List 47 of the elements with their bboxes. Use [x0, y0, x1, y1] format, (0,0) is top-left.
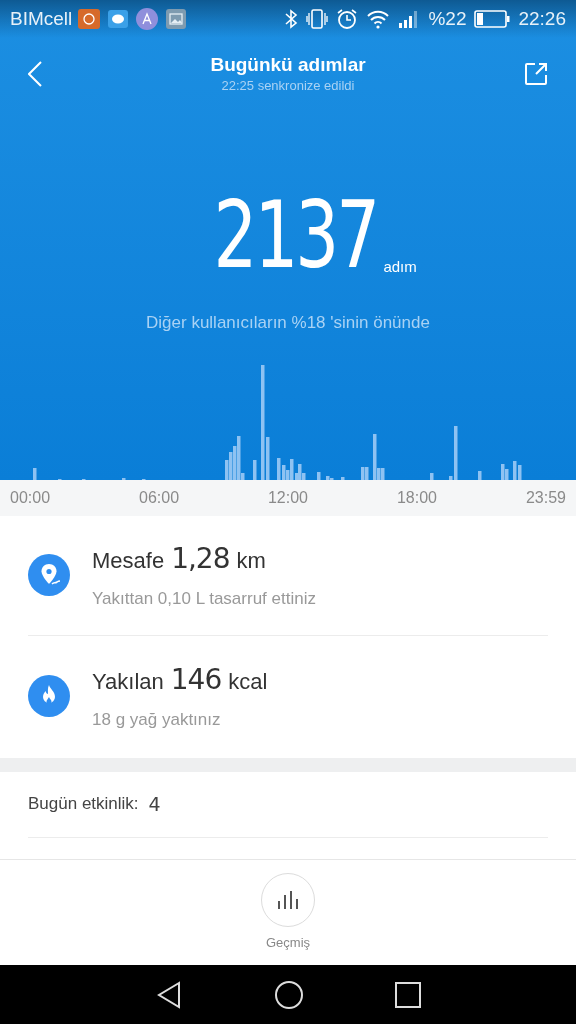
wifi-icon: [366, 9, 391, 29]
time-axis-label: 12:00: [267, 487, 308, 508]
time-axis-label: 00:00: [10, 487, 51, 508]
back-icon: [28, 61, 42, 87]
stat-unit: kcal: [228, 667, 268, 696]
step-count: 2137: [213, 190, 378, 282]
stat-note: 18 g yağ yaktınız: [92, 708, 222, 731]
stat-value: 1,28: [171, 541, 230, 578]
stat-label: Yakılan: [92, 667, 164, 696]
stat-label: Mesafe: [92, 547, 165, 576]
time-axis-label: 23:59: [525, 487, 566, 508]
step-unit: adım: [383, 256, 417, 277]
carrier-name: BIMcell: [10, 6, 73, 31]
activity-count: 4: [148, 791, 161, 817]
step-bar: [478, 470, 482, 480]
step-bar: [33, 467, 37, 480]
clock-time: 22:26: [518, 6, 566, 31]
ranking-text: Diğer kullanıcıların %18 'sinin önünde: [146, 312, 430, 334]
vibrate-icon: [306, 9, 329, 29]
bluetooth-icon: [284, 9, 299, 29]
time-axis-label: 18:00: [396, 487, 437, 508]
screen-title: Bugünkü adımlar: [210, 53, 366, 77]
home-nav-icon[interactable]: [274, 979, 304, 1010]
time-axis-label: 06:00: [139, 487, 180, 508]
step-bar: [430, 472, 434, 480]
location-pin-icon: [28, 554, 70, 596]
app-notification-icon: [78, 9, 101, 29]
recents-nav-icon[interactable]: [394, 981, 421, 1008]
alarm-icon: [336, 8, 359, 30]
battery-icon: [474, 10, 511, 28]
history-label: Geçmiş: [265, 933, 311, 952]
battery-percent: %22: [428, 6, 467, 31]
stat-unit: km: [236, 547, 266, 576]
image-icon: [166, 9, 187, 29]
step-bar: [253, 459, 257, 480]
stat-value: 146: [170, 661, 222, 698]
share-icon: [524, 62, 548, 86]
step-bar: [317, 471, 321, 480]
sync-status: 22:25 senkronize edildi: [221, 77, 355, 95]
avatar-icon: [136, 8, 159, 30]
step-bar: [122, 477, 126, 480]
activity-label: Bugün etkinlik:: [28, 793, 139, 816]
bar-chart-icon: [277, 890, 299, 909]
stat-note: Yakıttan 0,10 L tasarruf ettiniz: [92, 588, 316, 611]
step-bar: [341, 476, 345, 480]
flame-icon: [28, 674, 70, 717]
message-icon: [108, 10, 129, 28]
